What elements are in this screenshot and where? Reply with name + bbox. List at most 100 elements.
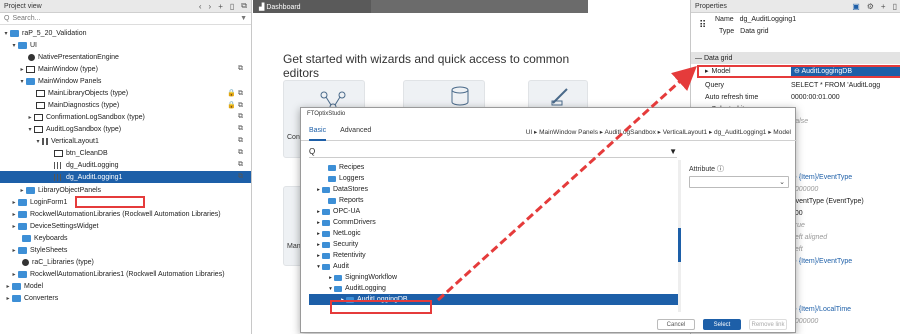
tree-item[interactable]: ▸ Model xyxy=(0,280,251,292)
tab-dashboard[interactable]: ▟ Dashboard xyxy=(253,0,371,13)
tree-item[interactable]: ▸ RockwellAutomationLibraries (Rockwell A… xyxy=(0,208,251,220)
tree-item[interactable]: dg_AuditLogging ⧉ xyxy=(0,159,251,171)
tree-item[interactable]: ▸ StyleSheets xyxy=(0,244,251,256)
chevron-right-icon[interactable]: ▸ xyxy=(315,253,322,259)
node-tree-item[interactable]: ▸ OPC-UA xyxy=(309,206,681,217)
filter-icon[interactable]: ▼ xyxy=(669,147,677,156)
property-value[interactable]: ⊖ AuditLoggingDB xyxy=(791,65,900,77)
chevron-right-icon[interactable]: ▸ xyxy=(10,271,18,278)
chevron-right-icon[interactable]: ▸ xyxy=(26,114,34,121)
remove-link-button[interactable]: Remove link xyxy=(749,319,787,330)
node-tree-item[interactable]: ▸ Retentivity xyxy=(309,250,681,261)
forward-icon[interactable]: › xyxy=(209,2,212,11)
tab-basic[interactable]: Basic xyxy=(309,123,327,141)
filter-icon[interactable]: ▼ xyxy=(240,15,247,22)
chevron-right-icon[interactable]: ▸ xyxy=(339,297,346,303)
item-actions-icon[interactable]: ⧉ xyxy=(238,113,243,121)
node-tree-item[interactable]: ▸ CommDrivers xyxy=(309,217,681,228)
property-row[interactable]: Query SELECT * FROM 'AuditLogg xyxy=(691,79,900,91)
chevron-right-icon[interactable]: ▸ xyxy=(10,247,18,254)
node-tree-item[interactable]: Reports xyxy=(309,195,681,206)
chevron-right-icon[interactable]: ▸ xyxy=(4,283,12,290)
tree-item[interactable]: ▾ raP_5_20_Validation xyxy=(0,27,251,39)
back-icon[interactable]: ‹ xyxy=(199,2,202,11)
tree-item[interactable]: ▸ RockwellAutomationLibraries1 (Rockwell … xyxy=(0,268,251,280)
tree-item[interactable]: Keyboards xyxy=(0,232,251,244)
tree-item[interactable]: ▾ VerticalLayout1 ⧉ xyxy=(0,135,251,147)
node-tree-item[interactable]: ▸ AuditLoggingDB xyxy=(309,294,681,305)
chevron-right-icon[interactable]: ▸ xyxy=(18,187,26,194)
chevron-down-icon[interactable]: ▾ xyxy=(34,138,42,145)
chevron-down-icon[interactable]: ▾ xyxy=(26,126,34,133)
item-actions-icon[interactable]: 🔒 ⧉ xyxy=(227,101,243,110)
attribute-select[interactable]: ⌄ xyxy=(689,176,789,188)
chevron-right-icon[interactable]: ▸ xyxy=(18,66,26,73)
filter-icon[interactable]: ▣ xyxy=(852,2,860,11)
node-tree-item[interactable]: Loggers xyxy=(309,173,681,184)
tree-item[interactable]: ▸ DeviceSettingsWidget xyxy=(0,220,251,232)
section-header[interactable]: — Data grid xyxy=(691,52,900,64)
cancel-button[interactable]: Cancel xyxy=(657,319,695,330)
property-value[interactable]: EventType (EventType) xyxy=(791,198,864,205)
tree-item[interactable]: ▾ MainWindow Panels xyxy=(0,75,251,87)
delete-icon[interactable]: ▯ xyxy=(893,2,897,11)
chevron-down-icon[interactable]: ▾ xyxy=(315,264,322,270)
chevron-down-icon[interactable]: ▾ xyxy=(327,286,334,292)
tree-item[interactable]: NativePresentationEngine xyxy=(0,51,251,63)
tree-item[interactable]: ▸ ConfirmationLogSandbox (type) ⧉ xyxy=(0,111,251,123)
dialog-search[interactable]: Q ▼ xyxy=(309,146,677,158)
project-search[interactable]: Q Search... ▼ xyxy=(0,13,251,25)
item-actions-icon[interactable]: ⧉ xyxy=(238,137,243,145)
chevron-right-icon[interactable]: ▸ xyxy=(10,223,18,230)
chevron-right-icon[interactable]: ▸ xyxy=(705,68,709,75)
node-tree-item[interactable]: ▾ AuditLogging xyxy=(309,283,681,294)
tree-item[interactable]: ▾ AuditLogSandbox (type) ⧉ xyxy=(0,123,251,135)
property-value[interactable]: Left aligned xyxy=(791,234,827,241)
chevron-right-icon[interactable]: ▸ xyxy=(327,275,334,281)
property-row[interactable]: ▸ Model ⊖ AuditLoggingDB xyxy=(691,65,900,77)
property-value[interactable]: 0000:00:01.000 xyxy=(791,94,840,101)
chevron-right-icon[interactable]: ▸ xyxy=(315,187,322,193)
property-value[interactable]: ⊖ {Item}/EventType xyxy=(791,173,852,181)
tree-item[interactable]: MainDiagnostics (type) 🔒 ⧉ xyxy=(0,99,251,111)
add-icon[interactable]: + xyxy=(881,2,886,11)
tree-item[interactable]: raC_Libraries (type) xyxy=(0,256,251,268)
chevron-right-icon[interactable]: ▸ xyxy=(10,199,18,206)
tree-item[interactable]: ▸ MainWindow (type) ⧉ xyxy=(0,63,251,75)
tree-item[interactable]: ▸ Converters xyxy=(0,292,251,304)
tree-item[interactable]: MainLibraryObjects (type) 🔒 ⧉ xyxy=(0,87,251,99)
wizard-card-2[interactable] xyxy=(403,80,485,110)
settings-icon[interactable]: ⚙ xyxy=(867,2,874,11)
tab-advanced[interactable]: Advanced xyxy=(340,123,371,141)
copy-icon[interactable]: ⧉ xyxy=(241,1,247,11)
search-input[interactable]: Search... xyxy=(12,15,240,22)
property-row[interactable]: Auto refresh time 0000:00:01.000 xyxy=(691,91,900,103)
scrollbar-thumb[interactable] xyxy=(678,228,681,262)
chevron-right-icon[interactable]: ▸ xyxy=(315,220,322,226)
name-value[interactable]: dg_AuditLogging1 xyxy=(740,16,796,23)
property-value[interactable]: ⊖ {Item}/EventType xyxy=(791,257,852,265)
item-actions-icon[interactable]: ⧉ xyxy=(238,161,243,169)
chevron-right-icon[interactable]: ▸ xyxy=(315,209,322,215)
node-tree-item[interactable]: ▸ SigningWorkflow xyxy=(309,272,681,283)
delete-icon[interactable]: ▯ xyxy=(230,2,234,11)
tree-item[interactable]: ▾ UI xyxy=(0,39,251,51)
tree-item[interactable]: dg_AuditLogging1 ⧉ xyxy=(0,171,251,183)
node-tree-item[interactable]: ▸ NetLogic xyxy=(309,228,681,239)
item-actions-icon[interactable]: 🔒 ⧉ xyxy=(227,89,243,98)
property-value[interactable]: SELECT * FROM 'AuditLogg xyxy=(791,82,880,89)
item-actions-icon[interactable]: ⧉ xyxy=(238,173,243,181)
tree-item[interactable]: ▸ LibraryObjectPanels xyxy=(0,184,251,196)
chevron-down-icon[interactable]: ▾ xyxy=(18,78,26,85)
chevron-down-icon[interactable]: ▾ xyxy=(2,30,10,37)
property-value[interactable]: ⊖ {Item}/LocalTime xyxy=(791,305,851,313)
node-tree-item[interactable]: ▾ Audit xyxy=(309,261,681,272)
item-actions-icon[interactable]: ⧉ xyxy=(238,125,243,133)
item-actions-icon[interactable]: ⧉ xyxy=(238,149,243,157)
add-icon[interactable]: + xyxy=(218,2,223,11)
scrollbar[interactable] xyxy=(678,160,681,312)
tree-item[interactable]: btn_CleanDB ⧉ xyxy=(0,147,251,159)
chevron-down-icon[interactable]: ▾ xyxy=(10,42,18,49)
node-tree-item[interactable]: ▸ DataStores xyxy=(309,184,681,195)
item-actions-icon[interactable]: ⧉ xyxy=(238,65,243,73)
